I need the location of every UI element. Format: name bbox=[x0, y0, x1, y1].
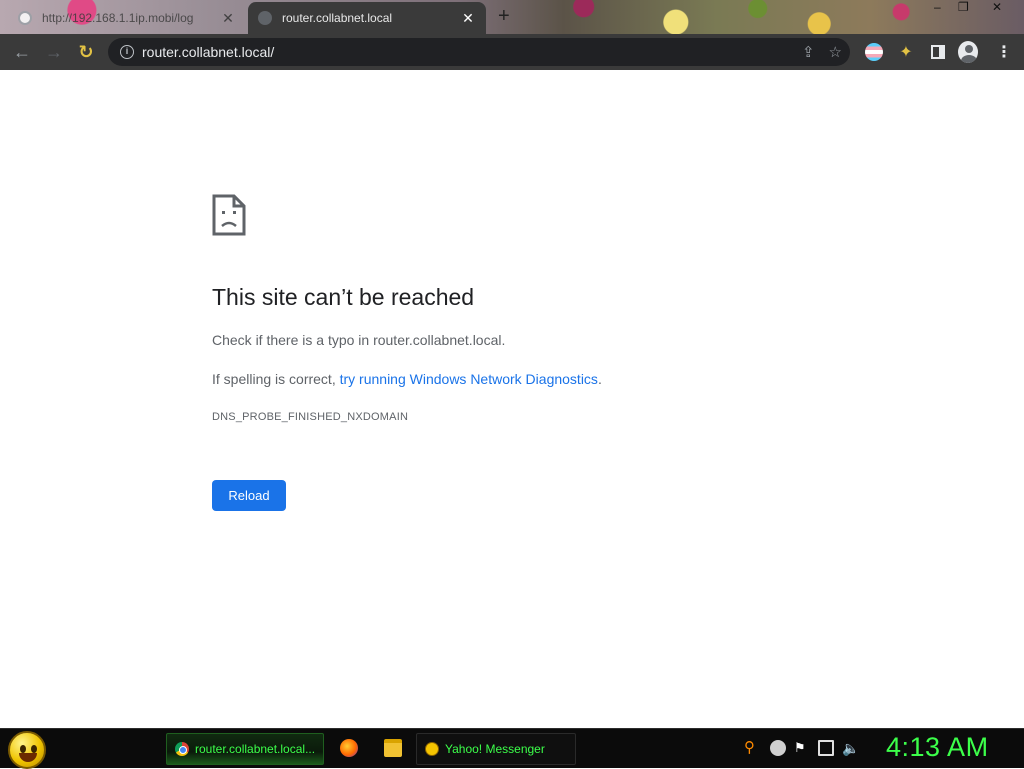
reload-page-button[interactable]: Reload bbox=[212, 480, 286, 511]
taskbar-clock[interactable]: 4:13 AM bbox=[886, 732, 989, 763]
start-smiley-icon[interactable] bbox=[8, 731, 46, 769]
network-icon[interactable] bbox=[818, 740, 834, 756]
browser-toolbar: ← → ↻ i router.collabnet.local/ ⇪ ☆ ✦ ⋮ bbox=[0, 34, 1024, 70]
tab-active[interactable]: router.collabnet.local ✕ bbox=[248, 2, 486, 34]
bookmark-star-icon[interactable]: ☆ bbox=[829, 43, 842, 61]
typo-message: Check if there is a typo in router.colla… bbox=[212, 332, 506, 348]
forward-button[interactable]: → bbox=[44, 42, 64, 62]
new-tab-button[interactable]: + bbox=[498, 6, 510, 26]
error-page: This site can’t be reached Check if ther… bbox=[0, 70, 1024, 728]
search-icon[interactable]: ⚲ bbox=[744, 740, 760, 756]
folder-icon[interactable] bbox=[384, 739, 402, 757]
diagnostics-message: If spelling is correct, try running Wind… bbox=[212, 371, 602, 387]
url-text[interactable]: router.collabnet.local/ bbox=[142, 44, 274, 60]
taskbar-yahoo-messenger[interactable]: Yahoo! Messenger bbox=[416, 733, 576, 765]
reload-button[interactable]: ↻ bbox=[76, 42, 96, 62]
network-diagnostics-link[interactable]: try running Windows Network Diagnostics bbox=[340, 371, 598, 387]
profile-avatar-icon[interactable] bbox=[958, 41, 978, 63]
taskbar-chrome-window[interactable]: router.collabnet.local... bbox=[166, 733, 324, 765]
volume-icon[interactable]: 🔈 bbox=[842, 740, 859, 756]
error-code: DNS_PROBE_FINISHED_NXDOMAIN bbox=[212, 411, 409, 423]
task-label: Yahoo! Messenger bbox=[445, 742, 545, 756]
address-bar[interactable]: i router.collabnet.local/ ⇪ ☆ bbox=[108, 38, 850, 66]
tab-title: http://192.168.1.1ip.mobi/log bbox=[42, 11, 194, 25]
diagnostics-prefix: If spelling is correct, bbox=[212, 371, 340, 387]
tab-close-icon[interactable]: ✕ bbox=[220, 10, 236, 26]
close-window-button[interactable]: ✕ bbox=[992, 0, 1002, 16]
tab-inactive[interactable]: http://192.168.1.1ip.mobi/log ✕ bbox=[8, 2, 246, 34]
tab-title: router.collabnet.local bbox=[282, 11, 393, 25]
restore-button[interactable]: ❐ bbox=[958, 0, 969, 16]
extension-flag-icon[interactable] bbox=[864, 42, 884, 62]
taskbar: router.collabnet.local... Yahoo! Messeng… bbox=[0, 728, 1024, 769]
globe-favicon-icon bbox=[258, 11, 272, 25]
task-label: router.collabnet.local... bbox=[195, 742, 316, 756]
wifi-favicon-icon bbox=[18, 11, 32, 25]
chrome-icon bbox=[175, 742, 189, 756]
browser-menu-icon[interactable]: ⋮ bbox=[994, 42, 1014, 62]
error-title: This site can’t be reached bbox=[212, 284, 475, 310]
share-icon[interactable]: ⇪ bbox=[802, 43, 815, 61]
yahoo-messenger-icon bbox=[425, 742, 439, 756]
site-info-icon[interactable]: i bbox=[120, 45, 134, 59]
messenger-status-icon[interactable] bbox=[770, 740, 786, 756]
sad-document-icon bbox=[212, 194, 246, 236]
extensions-puzzle-icon[interactable]: ✦ bbox=[896, 42, 916, 62]
diagnostics-suffix: . bbox=[597, 371, 602, 387]
tab-close-icon[interactable]: ✕ bbox=[460, 10, 476, 26]
side-panel-icon[interactable] bbox=[928, 42, 948, 62]
minimize-button[interactable]: – bbox=[934, 0, 941, 16]
action-center-flag-icon[interactable]: ⚑ bbox=[794, 740, 810, 756]
browser-tab-strip: http://192.168.1.1ip.mobi/log ✕ router.c… bbox=[0, 0, 1024, 34]
back-button[interactable]: ← bbox=[12, 42, 32, 62]
firefox-icon[interactable] bbox=[340, 739, 358, 757]
